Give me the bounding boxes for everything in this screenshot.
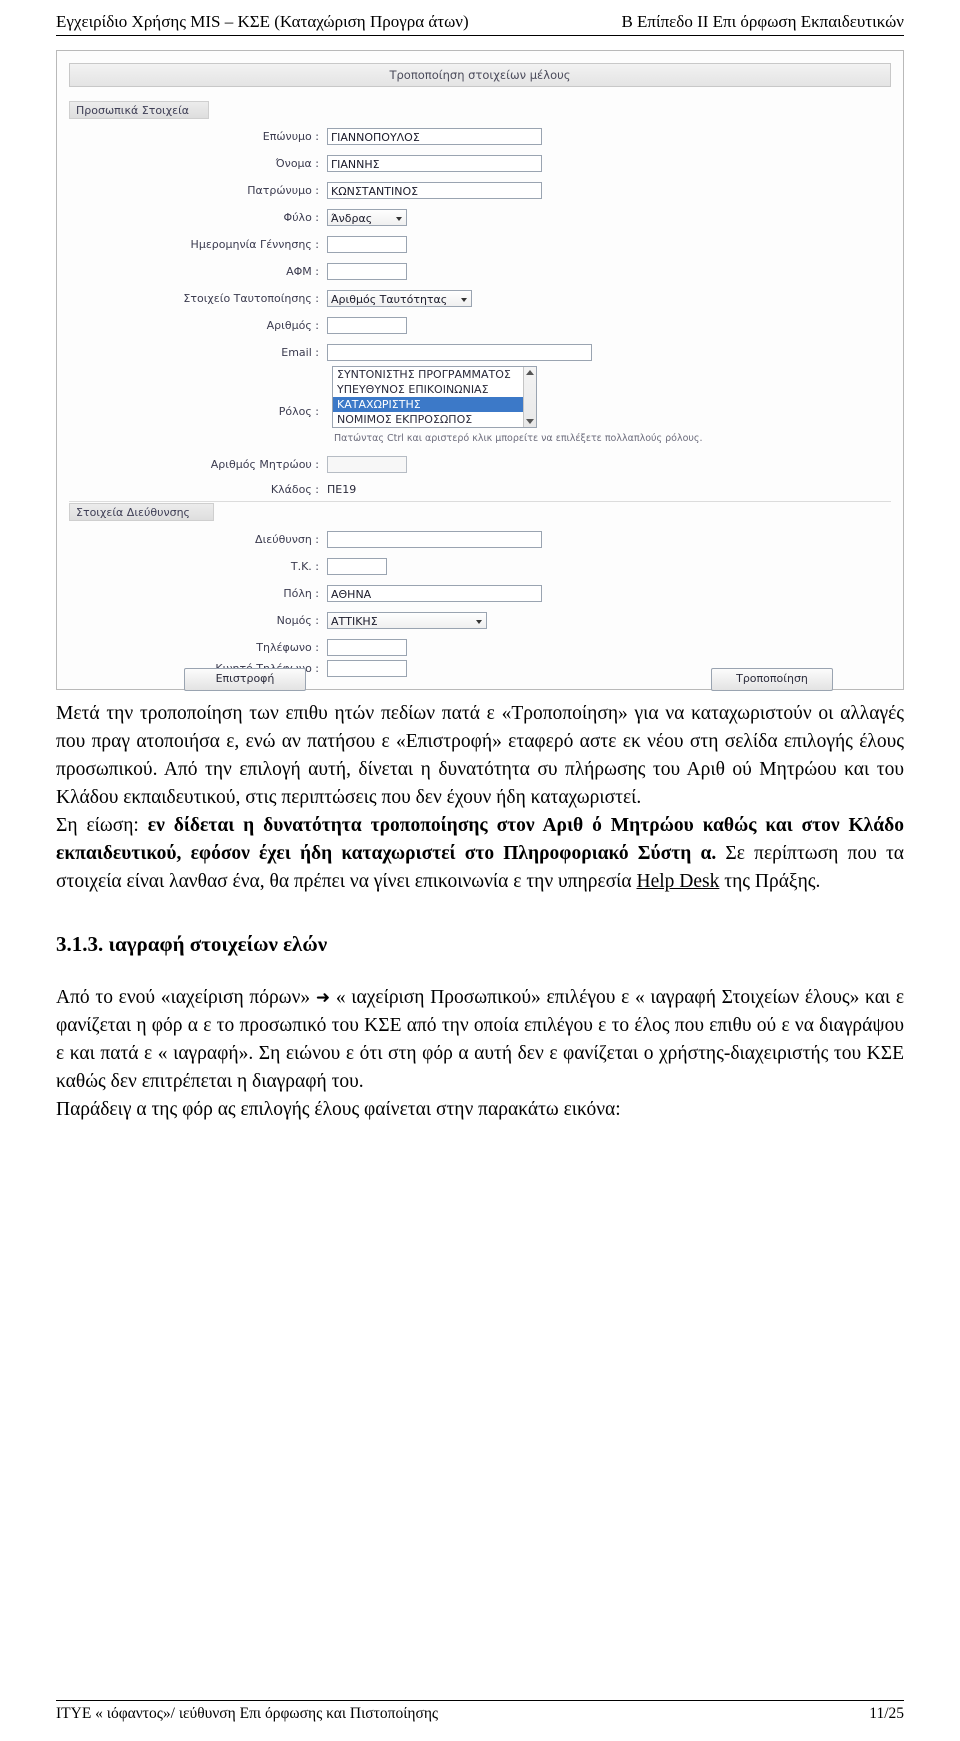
input-idnumber[interactable]: [327, 316, 407, 334]
input-birthdate[interactable]: [327, 235, 407, 253]
select-idtype[interactable]: Αριθμός Ταυτότητας: [327, 289, 472, 307]
section-header-address: Στοιχεία Διεύθυνσης: [69, 503, 214, 521]
listbox-scrollbar[interactable]: [523, 367, 536, 427]
listbox-option-role-0[interactable]: ΣΥΝΤΟΝΙΣΤΗΣ ΠΡΟΓΡΑΜΜΑΤΟΣ: [333, 367, 536, 382]
field-row-gender: Φύλο : Άνδρας: [69, 207, 629, 227]
input-phone[interactable]: [327, 638, 407, 656]
arrow-icon: ➜: [315, 988, 331, 1008]
label-postalcode: Τ.Κ. :: [290, 559, 319, 573]
label-birthdate: Ημερομηνία Γέννησης :: [190, 237, 319, 251]
modify-button[interactable]: Τροποποίηση: [711, 668, 833, 691]
listbox-option-role-2[interactable]: ΚΑΤΑΧΩΡΙΣΤΗΣ: [333, 397, 536, 412]
label-prefecture: Νομός :: [276, 613, 319, 627]
select-gender[interactable]: Άνδρας: [327, 208, 407, 226]
listbox-option-role-3[interactable]: ΝΟΜΙΜΟΣ ΕΚΠΡΟΣΩΠΟΣ: [333, 412, 536, 427]
menu-path-2: « ιαχείριση Προσωπικού»: [335, 987, 541, 1008]
label-role: Ρόλος :: [278, 404, 319, 418]
label-taxid: ΑΦΜ :: [286, 264, 319, 278]
label-firstname: Όνομα :: [275, 156, 319, 170]
input-lastname[interactable]: ΓΙΑΝΝΟΠΟΥΛΟΣ: [327, 127, 542, 145]
roles-hint-text: Πατώντας Ctrl και αριστερό κλικ μπορείτε…: [334, 433, 703, 444]
field-row-taxid: ΑΦΜ :: [69, 261, 629, 281]
label-phone: Τηλέφωνο :: [256, 640, 319, 654]
section-header-address-label: Στοιχεία Διεύθυνσης: [76, 506, 190, 519]
scroll-down-arrow-icon[interactable]: [526, 419, 534, 424]
scroll-up-arrow-icon[interactable]: [526, 370, 534, 375]
header-right-text: Β Επίπεδο ΙΙ Επι όρφωση Εκπαιδευτικών: [621, 12, 904, 31]
help-desk-link[interactable]: Help Desk: [637, 871, 720, 892]
section-header-personal: Προσωπικά Στοιχεία: [69, 101, 209, 119]
document-body: Μετά την τροποποίηση των επιθυ ητών πεδί…: [56, 700, 904, 1124]
field-row-idtype: Στοιχείο Ταυτοποίησης : Αριθμός Ταυτότητ…: [69, 288, 629, 308]
form-divider: [69, 501, 891, 502]
label-city: Πόλη :: [283, 586, 319, 600]
field-row-branch: Κλάδος : ΠΕ19: [69, 479, 629, 499]
input-mobile[interactable]: [327, 659, 407, 677]
paragraph-1: Μετά την τροποποίηση των επιθυ ητών πεδί…: [56, 700, 904, 812]
page-header: Εγχειρίδιο Χρήσης MIS – ΚΣΕ (Καταχώριση …: [56, 6, 904, 36]
input-postalcode[interactable]: [327, 557, 387, 575]
field-row-idnumber: Αριθμός :: [69, 315, 629, 335]
value-branch: ΠΕ19: [327, 482, 357, 496]
field-row-fathername: Πατρώνυμο : ΚΩΝΣΤΑΝΤΙΝΟΣ: [69, 180, 629, 200]
label-lastname: Επώνυμο :: [262, 129, 319, 143]
listbox-option-role-1[interactable]: ΥΠΕΥΘΥΝΟΣ ΕΠΙΚΟΙΝΩΝΙΑΣ: [333, 382, 536, 397]
input-email[interactable]: [327, 343, 592, 361]
label-idnumber: Αριθμός :: [266, 318, 319, 332]
label-gender: Φύλο :: [283, 210, 319, 224]
label-idtype: Στοιχείο Ταυτοποίησης :: [183, 291, 319, 305]
input-fathername[interactable]: ΚΩΝΣΤΑΝΤΙΝΟΣ: [327, 181, 542, 199]
field-row-birthdate: Ημερομηνία Γέννησης :: [69, 234, 629, 254]
paragraph-3-a: Από το ενού «: [56, 987, 171, 1008]
field-row-firstname: Όνομα : ΓΙΑΝΝΗΣ: [69, 153, 629, 173]
field-row-mobile: Κινητό Τηλέφωνο :: [69, 658, 629, 678]
field-row-phone: Τηλέφωνο :: [69, 637, 629, 657]
label-registrynumber: Αριθμός Μητρώου :: [210, 457, 319, 471]
menu-path-1: ιαχείριση πόρων»: [170, 987, 311, 1008]
listbox-roles[interactable]: ΣΥΝΤΟΝΙΣΤΗΣ ΠΡΟΓΡΑΜΜΑΤΟΣ ΥΠΕΥΘΥΝΟΣ ΕΠΙΚΟ…: [332, 366, 537, 428]
field-row-city: Πόλη : ΑΘΗΝΑ: [69, 583, 629, 603]
section-header-personal-label: Προσωπικά Στοιχεία: [76, 104, 190, 117]
field-row-address: Διεύθυνση :: [69, 529, 629, 549]
paragraph-3: Από το ενού «ιαχείριση πόρων» ➜ « ιαχείρ…: [56, 984, 904, 1096]
field-row-postalcode: Τ.Κ. :: [69, 556, 629, 576]
label-fathername: Πατρώνυμο :: [247, 183, 319, 197]
back-button[interactable]: Επιστροφή: [184, 668, 306, 691]
footer-left-text: ΙΤΥΕ « ιόφαντος»/ ιεύθυνση Επι όρφωσης κ…: [56, 1705, 439, 1722]
input-address[interactable]: [327, 530, 542, 548]
form-title: Τροποποίηση στοιχείων μέλους: [389, 68, 571, 82]
label-email: Email :: [281, 345, 319, 359]
page-footer: ΙΤΥΕ « ιόφαντος»/ ιεύθυνση Επι όρφωσης κ…: [56, 1700, 904, 1723]
back-button-label: Επιστροφή: [215, 672, 275, 685]
select-prefecture[interactable]: ΑΤΤΙΚΗΣ: [327, 611, 487, 629]
application-screenshot-figure: Τροποποίηση στοιχείων μέλους Προσωπικά Σ…: [56, 50, 904, 690]
field-row-email: Email :: [69, 342, 629, 362]
section-heading-3-1-3: 3.1.3. ιαγραφή στοιχείων ελών: [56, 932, 328, 956]
field-row-lastname: Επώνυμο : ΓΙΑΝΝΟΠΟΥΛΟΣ: [69, 126, 629, 146]
field-row-role: Ρόλος :: [69, 401, 339, 421]
header-left-text: Εγχειρίδιο Χρήσης MIS – ΚΣΕ (Καταχώριση …: [56, 12, 469, 31]
note-lead-label: Ση είωση:: [56, 815, 139, 836]
label-branch: Κλάδος :: [270, 482, 319, 496]
form-title-bar: Τροποποίηση στοιχείων μέλους: [69, 63, 891, 87]
label-address: Διεύθυνση :: [255, 532, 319, 546]
note-rest-b: της Πράξης.: [719, 871, 821, 892]
input-registrynumber[interactable]: [327, 455, 407, 473]
field-row-prefecture: Νομός : ΑΤΤΙΚΗΣ: [69, 610, 629, 630]
footer-page-number: 11/25: [869, 1705, 904, 1722]
paragraph-4: Παράδειγ α της φόρ ας επιλογής έλους φαί…: [56, 1099, 621, 1120]
input-taxid[interactable]: [327, 262, 407, 280]
field-row-registrynumber: Αριθμός Μητρώου :: [69, 454, 629, 474]
input-firstname[interactable]: ΓΙΑΝΝΗΣ: [327, 154, 542, 172]
paragraph-note: Ση είωση: εν δίδεται η δυνατότητα τροποπ…: [56, 812, 904, 896]
input-city[interactable]: ΑΘΗΝΑ: [327, 584, 542, 602]
document-page: Εγχειρίδιο Χρήσης MIS – ΚΣΕ (Καταχώριση …: [0, 6, 960, 1741]
modify-button-label: Τροποποίηση: [736, 672, 808, 685]
